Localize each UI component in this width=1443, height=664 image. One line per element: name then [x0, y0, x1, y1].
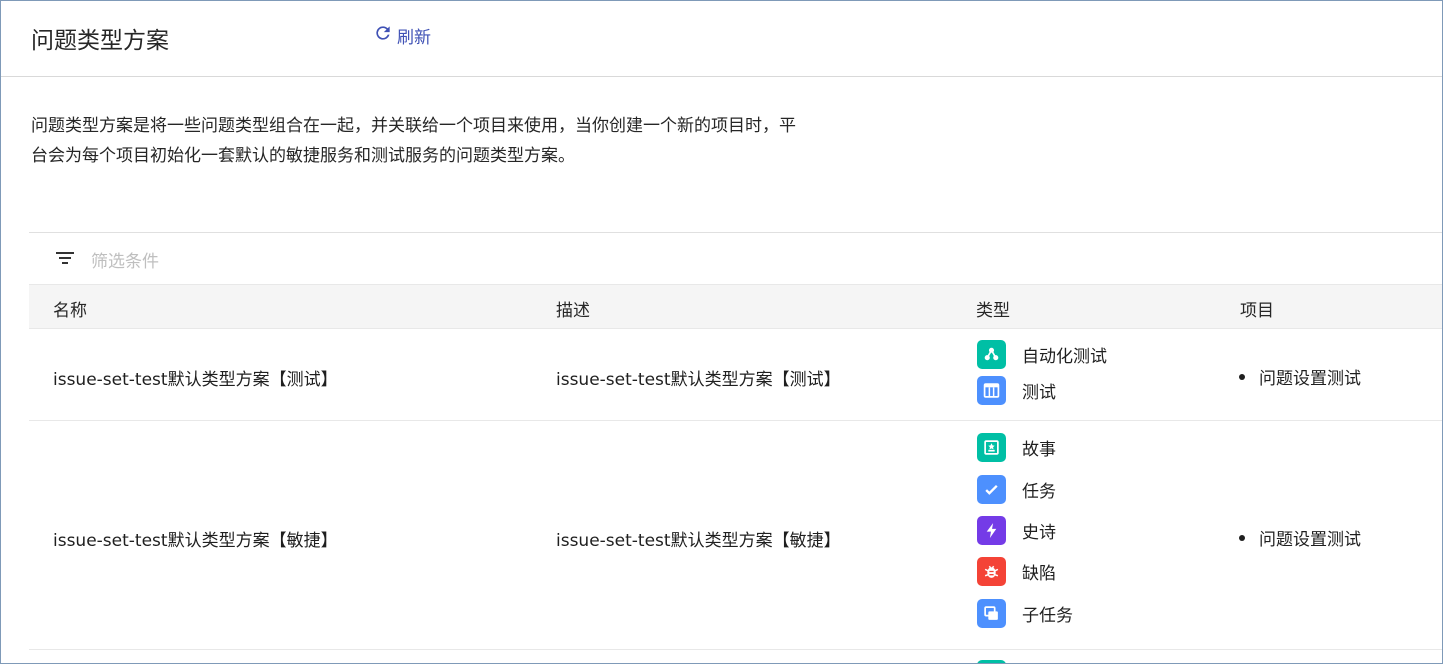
- page-title: 问题类型方案: [31, 28, 169, 54]
- project-item: 问题设置测试: [1239, 525, 1361, 550]
- issue-type-label: 测试: [1022, 383, 1056, 403]
- bullet: [1239, 534, 1245, 541]
- table-row[interactable]: [29, 650, 1442, 663]
- scheme-description: 问题类型方案是将一些问题类型组合在一起，并关联给一个项目来使用，当你创建一个新的…: [31, 116, 796, 166]
- table-header: 名称 描述 类型 项目: [29, 284, 1442, 329]
- scheme-name: issue-set-test默认类型方案【测试】: [53, 370, 338, 390]
- issue-type-icon: [977, 660, 1006, 663]
- scheme-description-cell: issue-set-test默认类型方案【测试】: [556, 370, 841, 390]
- test-icon: [977, 376, 1006, 405]
- issue-type-item: 任务: [977, 475, 1056, 504]
- filter-icon: [56, 252, 74, 264]
- refresh-icon: [373, 23, 393, 48]
- issue-type-item: 测试: [977, 376, 1056, 405]
- issue-type-label: 故事: [1022, 440, 1056, 460]
- auto-test-icon: [977, 340, 1006, 369]
- epic-icon: [977, 516, 1006, 545]
- issue-type-label: 任务: [1022, 482, 1056, 502]
- column-header-project[interactable]: 项目: [1240, 296, 1274, 321]
- issue-type-item: 故事: [977, 433, 1056, 462]
- task-icon: [977, 475, 1006, 504]
- subtask-icon: [977, 599, 1006, 628]
- project-label: 问题设置测试: [1259, 530, 1361, 550]
- issue-type-label: 自动化测试: [1022, 347, 1107, 367]
- table-row[interactable]: issue-set-test默认类型方案【敏捷】 issue-set-test默…: [29, 421, 1442, 650]
- window-frame: 问题类型方案 刷新 问题类型方案是将一些问题类型组合在一起，并关联给一个项目来使…: [0, 0, 1443, 664]
- filter-bar[interactable]: 筛选条件: [29, 232, 1442, 284]
- project-item: 问题设置测试: [1239, 364, 1361, 389]
- issue-type-item: 自动化测试: [977, 340, 1107, 369]
- bug-icon: [977, 557, 1006, 586]
- refresh-button[interactable]: 刷新: [373, 23, 431, 48]
- issue-type-item: 史诗: [977, 516, 1056, 545]
- bullet: [1239, 373, 1245, 380]
- project-label: 问题设置测试: [1259, 369, 1361, 389]
- filter-input[interactable]: 筛选条件: [91, 247, 159, 272]
- issue-type-item: 子任务: [977, 599, 1073, 628]
- story-icon: [977, 433, 1006, 462]
- column-header-description[interactable]: 描述: [556, 296, 590, 321]
- column-header-type[interactable]: 类型: [976, 296, 1010, 321]
- table-row[interactable]: issue-set-test默认类型方案【测试】 issue-set-test默…: [29, 329, 1442, 421]
- scheme-name: issue-set-test默认类型方案【敏捷】: [53, 531, 338, 551]
- scheme-description-cell: issue-set-test默认类型方案【敏捷】: [556, 531, 841, 551]
- refresh-label: 刷新: [397, 28, 431, 48]
- column-header-name[interactable]: 名称: [53, 296, 87, 321]
- issue-type-label: 缺陷: [1022, 564, 1056, 584]
- issue-type-label: 史诗: [1022, 523, 1056, 543]
- page-header: 问题类型方案 刷新: [1, 1, 1442, 77]
- issue-type-item: 缺陷: [977, 557, 1056, 586]
- issue-type-label: 子任务: [1022, 606, 1073, 626]
